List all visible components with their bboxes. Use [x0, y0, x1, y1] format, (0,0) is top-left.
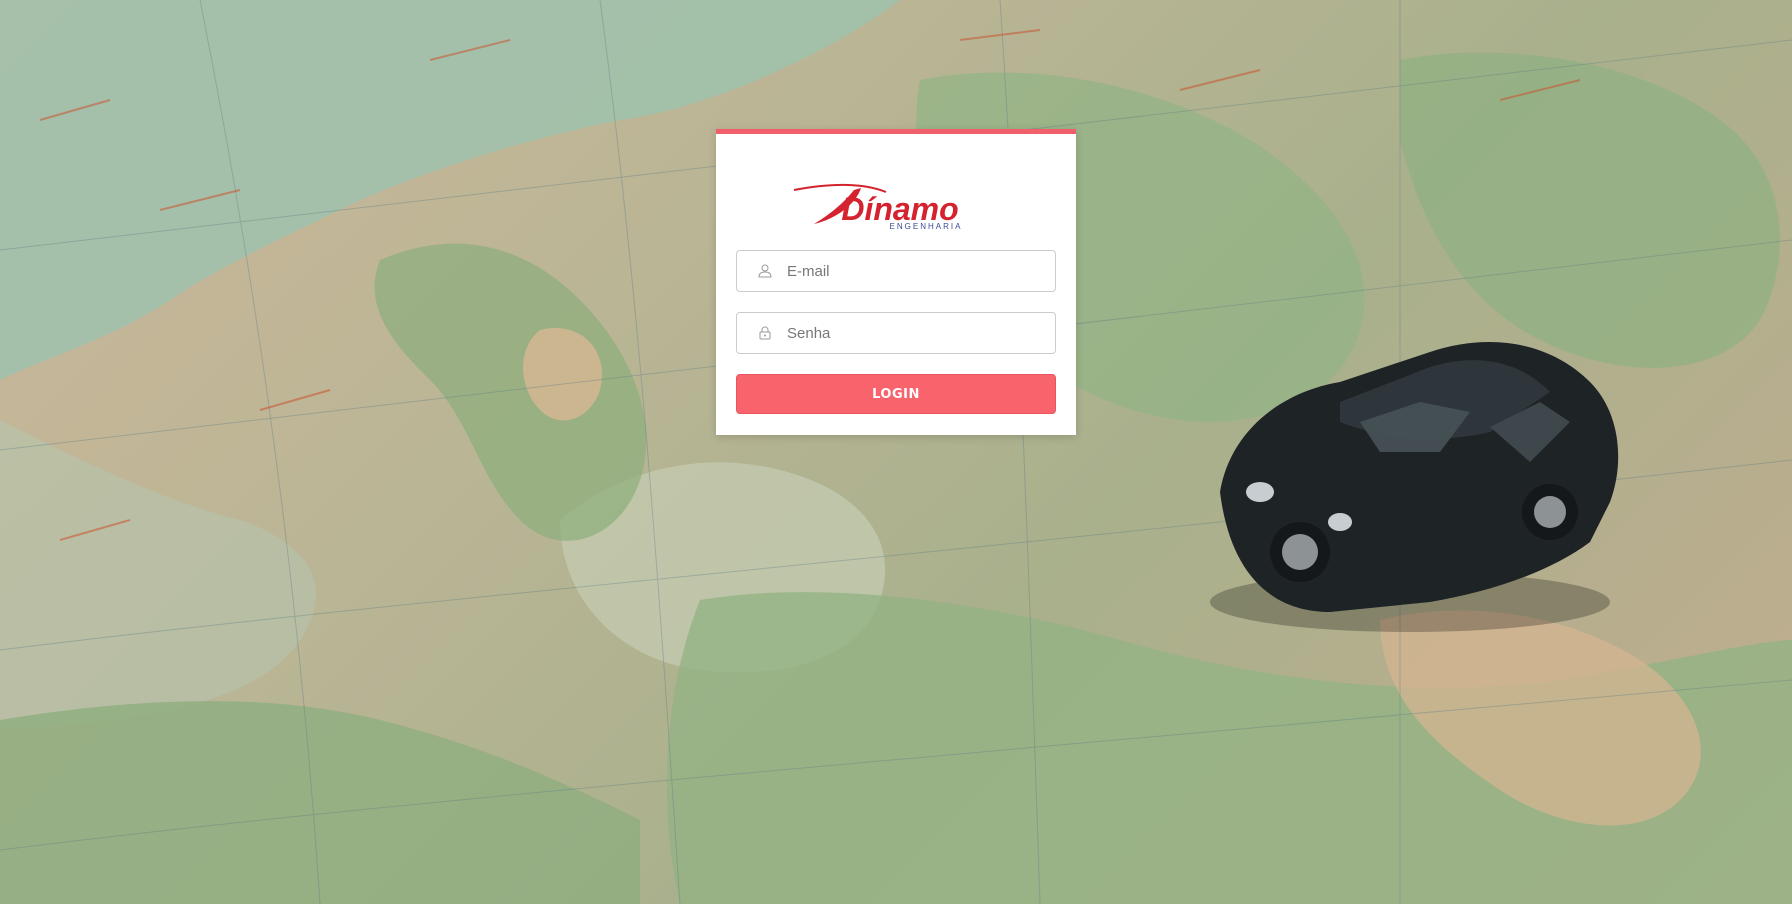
login-button[interactable]: LOGIN: [736, 374, 1056, 414]
login-card: Dínamo ENGENHARIA LOGIN: [716, 129, 1076, 435]
email-field[interactable]: [736, 250, 1056, 292]
dinamo-logo: Dínamo ENGENHARIA: [793, 183, 963, 230]
email-input[interactable]: [787, 251, 1047, 291]
lock-icon: [759, 326, 771, 340]
logo-subtext: ENGENHARIA: [890, 222, 963, 230]
password-field[interactable]: [736, 312, 1056, 354]
password-input[interactable]: [787, 313, 1047, 353]
toy-car-image: [1210, 342, 1619, 632]
user-icon: [758, 264, 772, 278]
